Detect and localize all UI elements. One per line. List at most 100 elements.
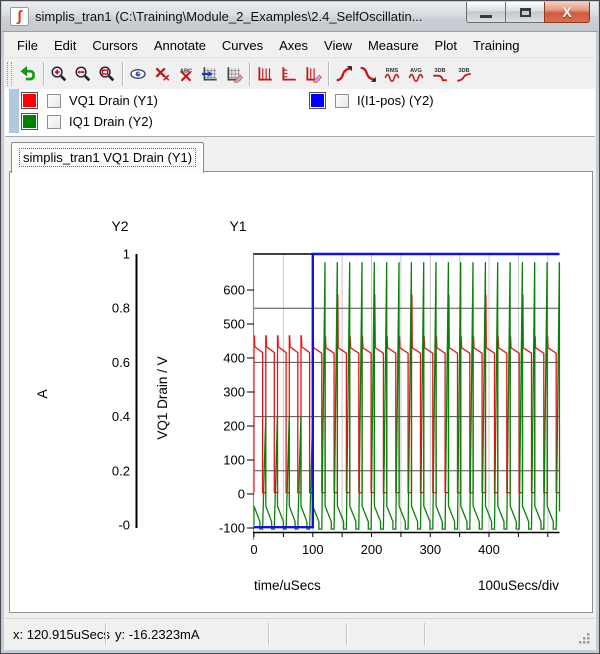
- y1-tick-label: 400: [223, 351, 245, 366]
- curve-color-swatch-blue[interactable]: [309, 92, 326, 109]
- curve-label: I(I1-pos) (Y2): [357, 93, 434, 108]
- toolbar-separator: [122, 62, 123, 86]
- y2-tick-label: 0.4: [112, 409, 130, 424]
- statusbar-separator: [105, 623, 106, 645]
- y2-axis-unit-label: A: [34, 389, 50, 399]
- y1-tick-label: 0: [238, 487, 245, 502]
- legend-entry: IQ1 Drain (Y2): [21, 113, 153, 130]
- svg-text:RMS: RMS: [386, 67, 399, 73]
- window-controls: X: [467, 2, 590, 23]
- x-axis-label: time/uSecs: [254, 578, 321, 593]
- menu-axes[interactable]: Axes: [271, 35, 316, 56]
- app-icon: ∫: [10, 7, 29, 26]
- zoom-in-button[interactable]: [47, 61, 71, 87]
- curve-upper-button[interactable]: [332, 61, 356, 87]
- grid-blue-arrow-icon: [201, 65, 219, 83]
- move-curve-button[interactable]: [198, 61, 222, 87]
- red-grid-icon: [256, 65, 274, 83]
- menu-annotate[interactable]: Annotate: [146, 35, 214, 56]
- curve-legend: VQ1 Drain (Y1) IQ1 Drain (Y2) I(I1-pos) …: [5, 89, 595, 137]
- y1-tick-label: 500: [223, 317, 245, 332]
- y2-tick-label: 0.6: [112, 355, 130, 370]
- undo-arrow-icon: [19, 65, 37, 83]
- y1-axis-title: Y1: [229, 218, 246, 234]
- red-grid-pencil-icon: [304, 65, 322, 83]
- y1-tick-label: 600: [223, 283, 245, 298]
- undo-button[interactable]: [16, 61, 40, 87]
- waveform-plot-canvas[interactable]: 10.80.60.40.2-06005004003002001000-10001…: [10, 172, 592, 612]
- measure-avg-button[interactable]: AVG: [404, 61, 428, 87]
- toolbar-grip[interactable]: [7, 62, 12, 86]
- toolbar-separator: [328, 62, 329, 86]
- legend-entry: VQ1 Drain (Y1): [21, 92, 158, 109]
- red-curve-up-arrow-icon: [335, 65, 353, 83]
- x-tick-label: 100: [302, 542, 324, 557]
- application-window: ∫ simplis_tran1 (C:\Training\Module_2_Ex…: [0, 0, 600, 654]
- edit-axis-button[interactable]: [301, 61, 325, 87]
- show-curve-button[interactable]: [126, 61, 150, 87]
- x-tick-label: 200: [361, 542, 383, 557]
- minimize-button[interactable]: [466, 2, 506, 23]
- delete-annotation-button[interactable]: ABC: [174, 61, 198, 87]
- y1-tick-label: 300: [223, 385, 245, 400]
- 3db-rising-icon: 3DB: [455, 65, 473, 83]
- new-axis-button[interactable]: [277, 61, 301, 87]
- curve-i1-pos: [254, 254, 560, 527]
- measure-rms-button[interactable]: RMS: [380, 61, 404, 87]
- y2-tick-label: 1: [123, 247, 130, 262]
- title-bar[interactable]: ∫ simplis_tran1 (C:\Training\Module_2_Ex…: [2, 2, 598, 32]
- curve-checkbox[interactable]: [47, 115, 61, 129]
- measure-3db-low-button[interactable]: 3DB: [428, 61, 452, 87]
- resize-grip[interactable]: [577, 631, 591, 645]
- cursor-x-readout: x: 120.915uSecs: [13, 627, 110, 642]
- magnifier-x-arrow-icon: [74, 65, 92, 83]
- status-bar: x: 120.915uSecs y: -16.2323mA: [5, 618, 595, 649]
- curve-color-swatch-green[interactable]: [21, 113, 38, 130]
- curve-label: VQ1 Drain (Y1): [69, 93, 158, 108]
- x-axis-scale-note: 100uSecs/div: [478, 578, 559, 593]
- measure-3db-high-button[interactable]: 3DB: [452, 61, 476, 87]
- zoom-x-button[interactable]: [71, 61, 95, 87]
- x-tick-label: 300: [419, 542, 441, 557]
- close-button[interactable]: X: [544, 2, 590, 23]
- menu-view[interactable]: View: [316, 35, 360, 56]
- y1-tick-label: -100: [219, 521, 245, 536]
- curve-checkbox[interactable]: [47, 94, 61, 108]
- svg-text:3DB: 3DB: [434, 67, 445, 73]
- y1-tick-label: 100: [223, 453, 245, 468]
- curve-lower-button[interactable]: [356, 61, 380, 87]
- tab-simplis-tran1[interactable]: simplis_tran1 VQ1 Drain (Y1): [11, 142, 204, 173]
- new-grid-button[interactable]: [253, 61, 277, 87]
- grid-pencil-icon: [225, 65, 243, 83]
- red-curve-down-arrow-icon: [359, 65, 377, 83]
- menu-measure[interactable]: Measure: [360, 35, 427, 56]
- delete-curve-button[interactable]: [150, 61, 174, 87]
- edit-graph-button[interactable]: [222, 61, 246, 87]
- menu-file[interactable]: File: [9, 35, 46, 56]
- legend-entry: I(I1-pos) (Y2): [309, 92, 434, 109]
- red-x-icon: [153, 65, 171, 83]
- window-title: simplis_tran1 (C:\Training\Module_2_Exam…: [35, 9, 423, 24]
- menu-edit[interactable]: Edit: [46, 35, 84, 56]
- abc-red-x-icon: ABC: [177, 65, 195, 83]
- menu-plot[interactable]: Plot: [427, 35, 465, 56]
- menu-cursors[interactable]: Cursors: [84, 35, 146, 56]
- magnifier-rect-icon: [98, 65, 116, 83]
- y2-axis-title: Y2: [111, 218, 128, 234]
- cursor-y-readout: y: -16.2323mA: [115, 627, 200, 642]
- curve-checkbox[interactable]: [335, 94, 349, 108]
- statusbar-separator: [346, 623, 347, 645]
- zoom-rect-button[interactable]: [95, 61, 119, 87]
- menu-training[interactable]: Training: [465, 35, 527, 56]
- toolbar: ABC RMS AVG 3DB 3DB: [5, 57, 595, 89]
- rms-sine-icon: RMS: [383, 65, 401, 83]
- curve-color-swatch-red[interactable]: [21, 92, 38, 109]
- y2-tick-label: 0.2: [112, 463, 130, 478]
- svg-text:AVG: AVG: [410, 67, 422, 73]
- toolbar-separator: [43, 62, 44, 86]
- red-axis-icon: [280, 65, 298, 83]
- menu-curves[interactable]: Curves: [214, 35, 271, 56]
- maximize-button[interactable]: [505, 2, 545, 23]
- eye-icon: [129, 65, 147, 83]
- svg-text:3DB: 3DB: [458, 67, 469, 73]
